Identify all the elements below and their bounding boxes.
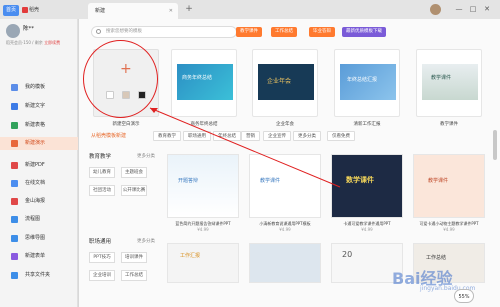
zoom-badge: 55% bbox=[454, 289, 474, 303]
annotation-arrow bbox=[149, 107, 341, 188]
scrollbar[interactable] bbox=[493, 130, 497, 160]
